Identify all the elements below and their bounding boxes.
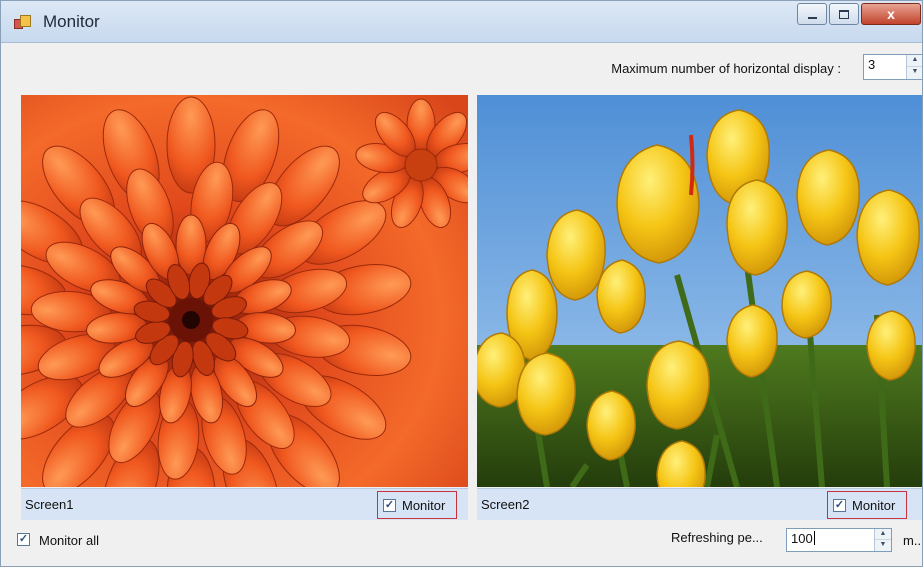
maximize-icon	[839, 10, 849, 20]
stepper-arrows[interactable]: ▲ ▼	[906, 55, 922, 79]
screen2-monitor-label[interactable]: Monitor	[852, 498, 895, 513]
stepper-up-icon[interactable]: ▲	[907, 55, 922, 67]
stepper-down-icon[interactable]: ▼	[875, 540, 891, 551]
app-icon	[14, 15, 31, 29]
refresh-period-value[interactable]: 100	[791, 531, 815, 546]
monitor-window: Monitor x Maximum number of horizontal d…	[0, 0, 923, 567]
screen1-caption-bar: Screen1 ✓ Monitor	[21, 488, 468, 520]
refresh-period-label: Refreshing pe...	[671, 530, 763, 545]
checkbox-checked-icon[interactable]: ✓	[833, 499, 846, 512]
screen1-view	[21, 95, 468, 487]
refresh-period-stepper[interactable]: 100 ▲ ▼	[786, 528, 892, 552]
screen2-caption-bar: Screen2 ✓ Monitor	[477, 488, 922, 520]
checkbox-checked-icon[interactable]: ✓	[383, 499, 396, 512]
stepper-down-icon[interactable]: ▼	[907, 67, 922, 79]
minimize-icon	[807, 16, 817, 19]
close-icon: x	[887, 6, 895, 22]
chrysanthemum-image	[21, 95, 468, 487]
screen2-view	[477, 95, 922, 487]
title-bar[interactable]: Monitor x	[1, 1, 922, 43]
screen1-label: Screen1	[25, 497, 74, 512]
stepper-arrows[interactable]: ▲ ▼	[874, 529, 891, 551]
monitor-all-checkbox[interactable]: ✓	[17, 533, 30, 546]
minimize-button[interactable]	[797, 3, 827, 25]
maximize-button[interactable]	[829, 3, 859, 25]
max-horizontal-value[interactable]: 3	[868, 57, 875, 72]
refresh-unit-label: m...	[903, 533, 923, 548]
tulips-image	[477, 95, 922, 487]
screen2-monitor-checkbox[interactable]: ✓ Monitor	[827, 491, 907, 519]
screen2-label: Screen2	[481, 497, 530, 512]
screen1-monitor-checkbox[interactable]: ✓ Monitor	[377, 491, 457, 519]
monitor-all-label[interactable]: Monitor all	[39, 533, 99, 548]
stepper-up-icon[interactable]: ▲	[875, 529, 891, 540]
screen1-monitor-label[interactable]: Monitor	[402, 498, 445, 513]
close-button[interactable]: x	[861, 3, 921, 25]
max-horizontal-stepper[interactable]: 3 ▲ ▼	[863, 54, 922, 80]
window-title: Monitor	[43, 12, 100, 31]
max-horizontal-label: Maximum number of horizontal display :	[611, 61, 841, 76]
